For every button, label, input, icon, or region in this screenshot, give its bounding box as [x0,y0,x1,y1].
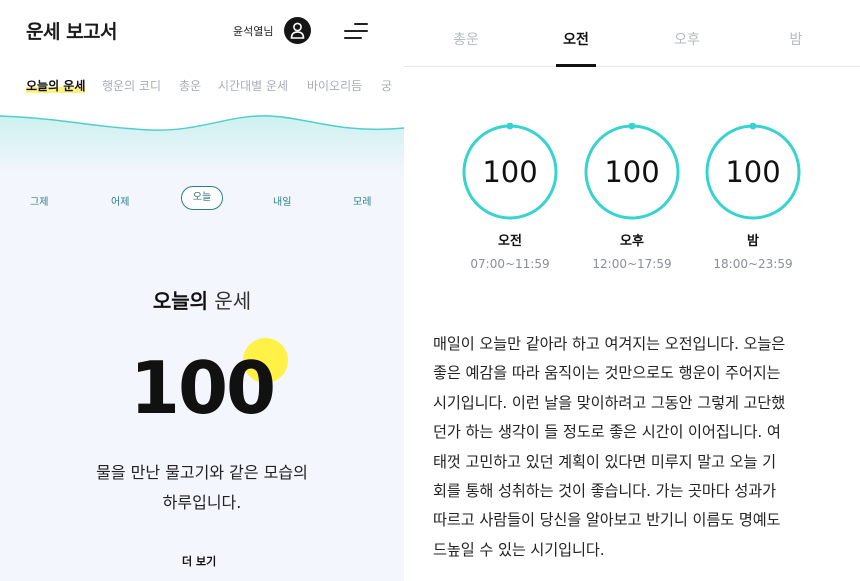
today-fortune-title: 오늘의 운세 [0,285,404,314]
gauge-label-afternoon: 오후 [620,234,644,249]
description-line: 드높일 수 있는 시기입니다. [433,540,605,559]
day-tab-today[interactable]: 오늘 [181,186,223,210]
gauge-label-night: 밤 [747,234,759,249]
tab-today-fortune[interactable]: 오늘의 운세 [26,77,86,94]
gauge-afternoon: 100 [583,123,681,221]
description-line: 회를 통해 성취하는 것이 좋습니다. 가는 곳마다 성과가 [433,482,777,501]
user-avatar-icon[interactable] [284,17,311,44]
summary-line-2: 하루입니다. [162,493,242,512]
time-tab-afternoon[interactable]: 오후 [657,29,717,49]
active-tab-underline [556,64,596,67]
right-panel: 총운 오전 오후 밤 100 오전 07:00~11:59 100 오후 12:… [404,0,860,581]
title-light: 운세 [214,289,252,313]
title-bold: 오늘의 [152,289,209,313]
nav-tabs: 오늘의 운세 행운의 코디 총운 시간대별 운세 바이오리듬 궁 [0,62,404,108]
description-line: 던가 하는 생각이 들 정도로 좋은 시간이 이어집니다. 여 [433,423,781,442]
fortune-description: 매일이 오늘만 같아라 하고 여겨지는 오전입니다. 오늘은 좋은 예감을 따라… [433,330,833,565]
more-button[interactable]: 더 보기 [182,553,217,569]
hamburger-menu-icon[interactable] [344,21,370,41]
description-line: 태껏 고민하고 있던 계획이 있다면 미루지 말고 오늘 기 [433,452,777,471]
description-line: 좋은 예감을 따라 움직이는 것만으로도 행운이 주어지는 [433,364,781,383]
description-line: 시기입니다. 이런 날을 맞이하려고 그동안 그렇게 고단했 [433,393,786,412]
gauge-time-night: 18:00~23:59 [713,257,793,271]
tab-biorhythm[interactable]: 바이오리듬 [307,77,362,94]
day-selector: 그제 어제 오늘 내일 모레 [0,186,404,216]
gauge-score: 100 [604,155,660,189]
day-tab-two-days-ago[interactable]: 그제 [30,193,48,208]
tab-compatibility[interactable]: 궁 [381,77,392,94]
gauge-label-morning: 오전 [498,234,522,249]
description-line: 따르고 사람들이 당신을 알아보고 반기니 이름도 명예도 [433,511,781,530]
day-tab-tomorrow[interactable]: 내일 [273,193,291,208]
gauge-time-afternoon: 12:00~17:59 [592,257,672,271]
tab-lucky-outfit[interactable]: 행운의 코디 [102,77,161,94]
fortune-wave-graph [0,108,404,174]
description-line: 매일이 오늘만 같아라 하고 여겨지는 오전입니다. 오늘은 [433,335,786,353]
gauge-time-morning: 07:00~11:59 [470,257,550,271]
user-name[interactable]: 윤석열님 [233,23,273,39]
time-tab-morning[interactable]: 오전 [546,29,606,49]
summary-line-1: 물을 만난 물고기와 같은 모습의 [96,463,308,482]
left-panel: 운세 보고서 윤석열님 오늘의 운세 행운의 코디 총운 시간대별 운세 바이오… [0,0,404,581]
today-score: 100 [129,346,276,430]
gauge-score: 100 [725,155,781,189]
gauge-score: 100 [482,155,538,189]
tab-overall[interactable]: 총운 [179,77,201,94]
day-tab-yesterday[interactable]: 어제 [111,193,129,208]
top-bar: 운세 보고서 윤석열님 [0,0,404,62]
gauge-night: 100 [704,123,802,221]
time-tab-overall[interactable]: 총운 [436,29,496,49]
gauge-morning: 100 [461,123,559,221]
tab-by-time[interactable]: 시간대별 운세 [218,77,288,94]
time-tabs: 총운 오전 오후 밤 [404,0,860,67]
time-tab-night[interactable]: 밤 [766,29,826,49]
today-summary: 물을 만난 물고기와 같은 모습의 하루입니다. [0,458,404,518]
day-tab-day-after[interactable]: 모레 [353,193,371,208]
app-title: 운세 보고서 [26,21,118,43]
